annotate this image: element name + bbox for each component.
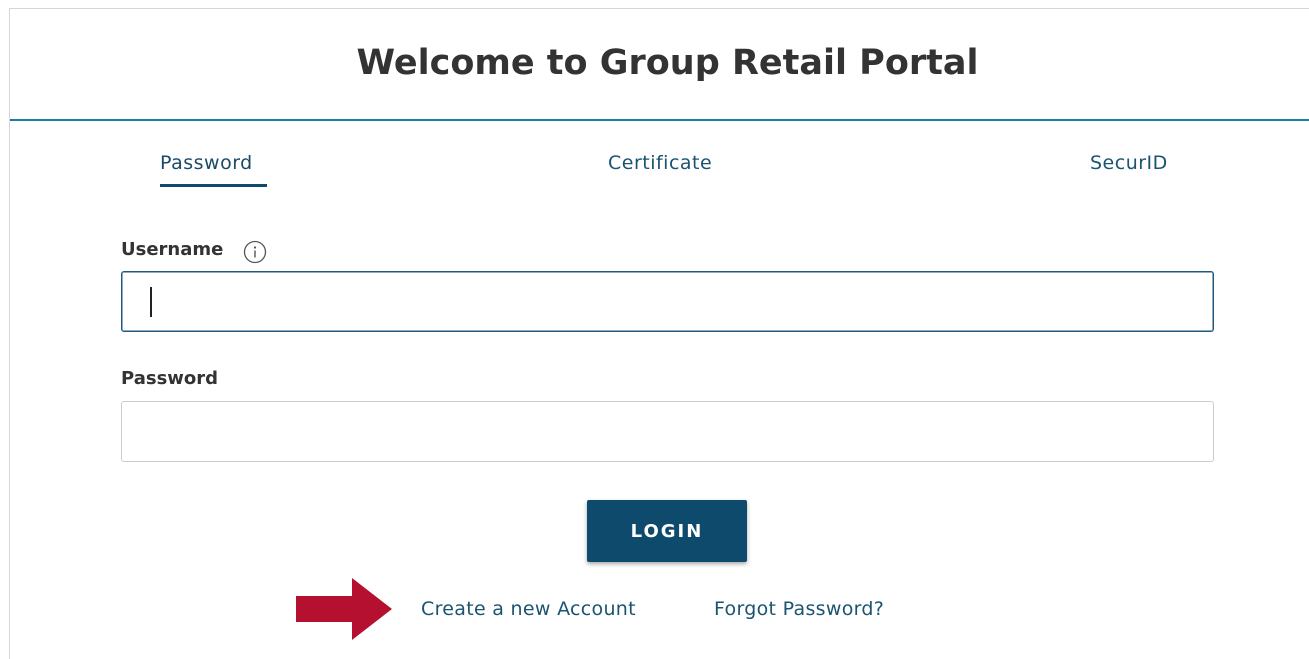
username-label: Username [121, 239, 224, 260]
tab-password[interactable]: Password [160, 152, 253, 174]
text-cursor [150, 287, 152, 317]
info-icon[interactable] [237, 238, 273, 266]
create-account-link[interactable]: Create a new Account [421, 598, 636, 620]
password-input[interactable] [121, 401, 1214, 462]
login-button[interactable]: LOGIN [587, 500, 747, 562]
tab-certificate[interactable]: Certificate [608, 152, 712, 174]
forgot-password-link[interactable]: Forgot Password? [714, 598, 884, 620]
password-label: Password [121, 368, 219, 389]
portal-header: Welcome to Group Retail Portal [10, 9, 1309, 121]
page-title: Welcome to Group Retail Portal [356, 43, 979, 83]
arrow-right-icon [296, 578, 396, 645]
tab-securid[interactable]: SecurID [1090, 152, 1168, 174]
active-tab-indicator [160, 184, 267, 187]
username-input[interactable] [121, 271, 1214, 332]
